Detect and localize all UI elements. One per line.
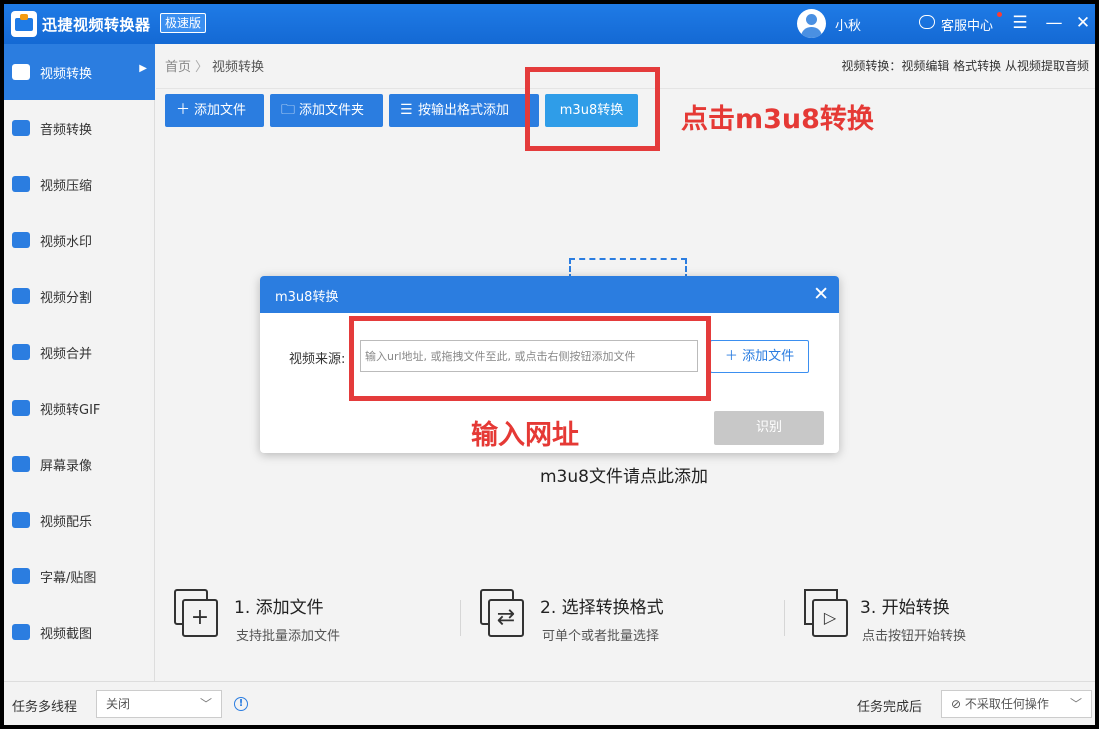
app-title: 迅捷视频转换器 [42,16,151,34]
notification-dot [997,12,1002,17]
chevron-down-icon: ﹀ [1069,697,1082,711]
format-step-icon: ⇄ [480,589,524,637]
sidebar-item-screen-record[interactable]: 屏幕录像 [4,436,155,492]
sidebar-item-video-watermark[interactable]: 视频水印 [4,212,155,268]
chat-bubble-icon[interactable] [919,15,935,29]
step-divider [460,600,461,636]
sidebar-item-video-compress[interactable]: 视频压缩 [4,156,155,212]
app-window: 迅捷视频转换器 极速版 小秋 客服中心 ☰ — ✕ 视频转换 ▶ 音频转换 视频… [4,4,1095,725]
sidebar-item-video-screenshot[interactable]: 视频截图 [4,604,155,660]
sidebar-item-label: 视频分割 [40,291,93,306]
chevron-right-icon: ▶ [139,63,147,74]
start-step-icon: ▷ [804,589,848,637]
dialog-title: m3u8转换 [275,290,339,305]
video-watermark-icon [12,232,30,248]
after-complete-select[interactable]: ⊘ 不采取任何操作 ﹀ [941,690,1092,718]
app-logo-icon [11,11,37,37]
sidebar-item-label: 屏幕录像 [40,459,93,474]
dialog-header: m3u8转换 ✕ [260,276,839,313]
service-center-link[interactable]: 客服中心 [941,15,993,34]
recognize-button[interactable]: 识别 [714,411,824,445]
add-file-step-icon: + [174,589,218,637]
music-icon [12,512,30,528]
minimize-icon[interactable]: — [1043,12,1065,34]
step-subtitle: 点击按钮开始转换 [862,629,967,644]
plus-icon: ＋ [176,102,190,118]
folder-icon: 🗀 [281,102,295,118]
close-icon[interactable]: ✕ [1072,12,1094,34]
sidebar-item-label: 音频转换 [40,123,93,138]
gif-icon [12,400,30,416]
step-divider [784,600,785,636]
sidebar-item-label: 视频转GIF [40,403,101,418]
video-source-label: 视频来源: [289,352,346,367]
screen-record-icon [12,456,30,472]
sidebar-item-video-convert[interactable]: 视频转换 ▶ [4,44,155,100]
audio-convert-icon [12,120,30,136]
sidebar-item-label: 视频配乐 [40,515,93,530]
list-icon: ☰ [400,102,413,118]
add-by-format-button[interactable]: ☰ 按输出格式添加 [389,94,539,127]
edition-badge: 极速版 [160,13,207,33]
add-file-button[interactable]: ＋添加文件 [165,94,264,127]
sidebar-item-label: 视频水印 [40,235,93,250]
annotation-enter-url: 输入网址 [471,420,579,451]
user-avatar-icon[interactable] [797,9,826,38]
sidebar-item-label: 视频合并 [40,347,93,362]
screenshot-icon [12,624,30,640]
video-split-icon [12,288,30,304]
breadcrumb-home[interactable]: 首页 [165,60,191,75]
breadcrumb-current: 视频转换 [212,60,265,75]
video-convert-icon [12,64,30,80]
sidebar-item-audio-convert[interactable]: 音频转换 [4,100,155,156]
sidebar-item-label: 视频压缩 [40,179,93,194]
sidebar-item-video-to-gif[interactable]: 视频转GIF [4,380,155,436]
sidebar-item-video-merge[interactable]: 视频合并 [4,324,155,380]
bottom-bar: 任务多线程 关闭 ﹀ ! 任务完成后 ⊘ 不采取任何操作 ﹀ [4,681,1095,725]
sidebar-item-label: 视频截图 [40,627,93,642]
breadcrumb: 首页〉视频转换 [165,60,265,75]
annotation-highlight-input [349,316,711,401]
sidebar-item-label: 字幕/贴图 [40,571,97,586]
multithread-select[interactable]: 关闭 ﹀ [96,690,222,718]
video-compress-icon [12,176,30,192]
menu-icon[interactable]: ☰ [1009,12,1031,34]
sidebar-item-video-music[interactable]: 视频配乐 [4,492,155,548]
sidebar-item-label: 视频转换 [40,67,93,82]
step-subtitle: 支持批量添加文件 [236,629,341,644]
star-icon [12,568,30,584]
step-title: 3. 开始转换 [860,598,950,618]
drop-zone-text[interactable]: m3u8文件请点此添加 [540,462,708,487]
plus-icon: ＋ [724,349,738,364]
sidebar-item-video-split[interactable]: 视频分割 [4,268,155,324]
step-subtitle: 可单个或者批量选择 [542,629,660,644]
close-icon[interactable]: ✕ [813,282,829,306]
feature-description: 视频转换：视频编辑 格式转换 从视频提取音频 [841,59,1089,73]
multithread-label: 任务多线程 [12,700,78,715]
info-icon[interactable]: ! [234,697,248,711]
annotation-highlight-m3u8 [525,67,660,151]
step-title: 1. 添加文件 [234,598,324,618]
add-folder-button[interactable]: 🗀 添加文件夹 [270,94,383,127]
video-merge-icon [12,344,30,360]
sidebar-item-subtitle-sticker[interactable]: 字幕/贴图 [4,548,155,604]
title-bar: 迅捷视频转换器 极速版 小秋 客服中心 ☰ — ✕ [4,4,1095,44]
annotation-click-m3u8: 点击m3u8转换 [681,104,874,135]
after-complete-label: 任务完成后 [857,700,923,715]
block-icon: ⊘ [951,697,962,711]
chevron-down-icon: ﹀ [199,697,212,711]
dialog-add-file-button[interactable]: ＋ 添加文件 [710,340,809,373]
user-name[interactable]: 小秋 [835,15,861,34]
sidebar: 视频转换 ▶ 音频转换 视频压缩 视频水印 视频分割 视频合并 视频转GIF 屏… [4,44,155,681]
step-title: 2. 选择转换格式 [540,598,664,618]
